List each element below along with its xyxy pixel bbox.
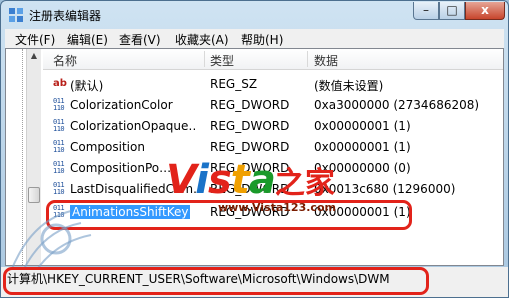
value-row[interactable]: 011 110 ColorizationColor REG_DWORD 0xa3… [43,95,503,116]
watermark-letter: i [195,157,209,203]
value-data: (数值未设置) [314,79,384,93]
registry-editor-window: 注册表编辑器 – □ x 文件(F) 编辑(E) 查看(V) 收藏夹(A) 帮助… [0,0,509,298]
value-name: ColorizationOpaque… [70,119,197,133]
binary-value-icon: 011 110 [53,181,65,196]
value-list-header: 名称 类型 数据 [43,49,503,70]
binary-value-icon: 011 110 [53,139,65,154]
maximize-icon: □ [446,3,458,17]
menu-bar: 文件(F) 编辑(E) 查看(V) 收藏夹(A) 帮助(H) [5,29,504,48]
value-row[interactable]: 011 110 Composition REG_DWORD 0x00000001… [43,137,503,158]
registry-app-icon [9,8,23,22]
value-data: 0xa3000000 (2734686208) [314,98,480,112]
value-type: REG_DWORD [210,140,290,154]
watermark-letter: t [230,157,250,203]
value-name: Composition [70,140,145,154]
watermark-url: www.Vista123.com [218,201,336,214]
column-divider[interactable] [204,51,205,67]
menu-favorites[interactable]: 收藏夹(A) [175,31,229,48]
value-data: 0x00000001 (1) [314,140,411,154]
watermark-letter: a [248,157,276,203]
maximize-button[interactable]: □ [439,2,465,20]
watermark-chinese: 之家 [274,166,335,201]
highlight-box-status [3,267,429,295]
menu-help[interactable]: 帮助(H) [241,31,283,48]
value-name: ColorizationColor [70,98,173,112]
binary-value-icon: 011 110 [53,97,65,112]
minimize-button[interactable]: – [413,2,439,20]
menu-file[interactable]: 文件(F) [15,31,55,48]
column-header-type[interactable]: 类型 [210,52,234,69]
column-divider[interactable] [307,51,308,67]
value-type: REG_DWORD [210,119,290,133]
minimize-icon: – [423,3,429,17]
value-data: 0x00000001 (1) [314,119,411,133]
close-button[interactable]: x [465,2,505,20]
value-type: REG_DWORD [210,98,290,112]
window-title: 注册表编辑器 [29,9,102,23]
value-row-default[interactable]: ab (默认) REG_SZ (数值未设置) [43,74,503,95]
title-bar[interactable]: 注册表编辑器 – □ x [1,1,508,29]
menu-edit[interactable]: 编辑(E) [67,31,108,48]
string-value-icon: ab [53,78,67,89]
value-name: (默认) [70,79,104,93]
value-type: REG_SZ [210,77,258,91]
menu-view[interactable]: 查看(V) [119,31,161,48]
value-row[interactable]: 011 110 ColorizationOpaque… REG_DWORD 0x… [43,116,503,137]
column-header-name[interactable]: 名称 [53,52,77,69]
column-header-data[interactable]: 数据 [314,52,338,69]
status-bar: 计算机\HKEY_CURRENT_USER\Software\Microsoft… [1,267,508,297]
watermark-letter: V [166,157,196,203]
scroll-up-arrow-icon[interactable]: ▲ [28,49,40,63]
value-data: 0x0013c680 (1296000) [314,182,456,196]
close-icon: x [481,3,489,17]
binary-value-icon: 011 110 [53,118,65,133]
watermark-vista-letters: Vista [166,157,276,203]
watermark-letter: s [207,157,232,203]
vista123-watermark: Vista之家 www.Vista123.com [166,157,336,214]
binary-value-icon: 011 110 [53,160,65,175]
